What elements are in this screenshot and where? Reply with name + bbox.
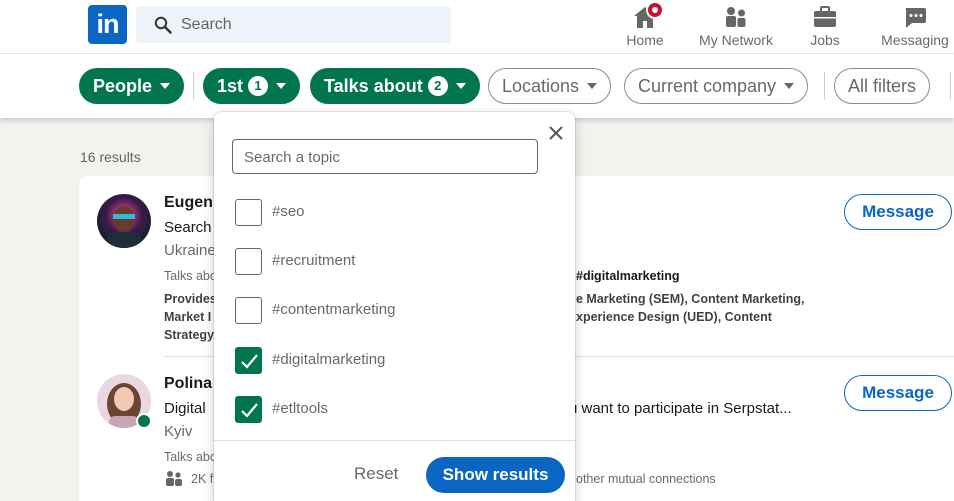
topic-search-input[interactable]: Search a topic: [232, 139, 538, 174]
nav-messaging[interactable]: Messaging: [878, 0, 952, 54]
topic-search-placeholder: Search a topic: [244, 149, 340, 166]
filter-divider: [193, 72, 194, 100]
nav-my-network[interactable]: My Network: [696, 0, 776, 54]
result-skills: xperience Design (UED), Content: [576, 310, 772, 324]
filter-locations-label: Locations: [502, 76, 580, 96]
search-placeholder: Search: [181, 16, 232, 33]
reset-button[interactable]: Reset: [354, 464, 398, 484]
nav-my-network-label: My Network: [699, 32, 773, 48]
topic-option-seo[interactable]: #seo: [235, 199, 535, 227]
filter-locations[interactable]: Locations: [488, 68, 612, 104]
show-results-button[interactable]: Show results: [426, 457, 565, 493]
talks-about-dropdown: Search a topic #seo #recruitment #conten…: [214, 112, 575, 501]
result-talks-about-prefix: Talks abo: [164, 450, 217, 464]
dropdown-footer-divider: [214, 440, 575, 441]
result-headline: u want to participate in Serpstat...: [569, 400, 792, 417]
result-name[interactable]: Polina: [164, 375, 212, 393]
topic-option-label: #seo: [272, 203, 305, 220]
results-count: 16 results: [80, 149, 141, 165]
checkbox-checked[interactable]: [235, 347, 262, 374]
caret-down-icon: [276, 83, 287, 89]
linkedin-logo[interactable]: in: [88, 5, 127, 44]
caret-down-icon: [587, 83, 598, 89]
network-icon: [723, 4, 749, 30]
filter-connection-degree[interactable]: 1st 1: [203, 68, 301, 104]
notification-badge: [646, 1, 664, 19]
filter-talks-about[interactable]: Talks about 2: [310, 68, 480, 104]
close-icon[interactable]: [546, 123, 566, 143]
caret-down-icon: [160, 83, 171, 89]
search-bar[interactable]: Search: [136, 6, 451, 43]
nav-home-label: Home: [626, 32, 664, 48]
result-location: Kyiv: [164, 423, 193, 440]
checkmark-icon: [241, 403, 258, 418]
filter-bar: People 1st 1 Talks about 2 Locations Curre…: [0, 54, 954, 118]
caret-down-icon: [784, 83, 795, 89]
filter-people-label: People: [93, 76, 153, 96]
filter-current-company[interactable]: Current company: [624, 68, 809, 104]
nav-jobs[interactable]: Jobs: [800, 0, 850, 54]
result-talks-about-tag: #digitalmarketing: [576, 269, 680, 283]
checkbox-checked[interactable]: [235, 396, 262, 423]
filter-degree-count: 1: [248, 76, 269, 96]
filter-degree-label: 1st: [217, 76, 244, 96]
filter-people[interactable]: People: [79, 68, 185, 104]
topic-option-digitalmarketing[interactable]: #digitalmarketing: [235, 347, 535, 375]
result-location: Ukraine: [164, 242, 216, 259]
filter-talks-about-count: 2: [427, 76, 448, 96]
topic-option-recruitment[interactable]: #recruitment: [235, 248, 535, 276]
mutual-connections-text: other mutual connections: [576, 472, 716, 486]
home-icon: [632, 1, 664, 30]
filter-divider: [950, 72, 951, 100]
caret-down-icon: [455, 83, 466, 89]
nav-jobs-label: Jobs: [810, 32, 840, 48]
result-headline: Search: [164, 219, 212, 236]
filter-talks-about-label: Talks about: [324, 76, 423, 96]
checkbox[interactable]: [235, 199, 262, 226]
filter-current-company-label: Current company: [638, 76, 777, 96]
result-skills: Provides: [164, 292, 217, 306]
checkbox[interactable]: [235, 248, 262, 275]
search-icon: [154, 16, 172, 34]
messaging-icon: [902, 4, 928, 30]
checkbox[interactable]: [235, 297, 262, 324]
all-filters-label: All filters: [848, 76, 917, 96]
nav-home[interactable]: Home: [618, 0, 672, 54]
topic-option-etltools[interactable]: #etltools: [235, 396, 535, 424]
topic-option-label: #digitalmarketing: [272, 351, 386, 368]
all-filters-button[interactable]: All filters: [834, 68, 931, 104]
message-button[interactable]: Message: [844, 375, 952, 411]
mutual-connections-text: 2K f: [191, 472, 214, 486]
topic-option-label: #contentmarketing: [272, 301, 396, 318]
avatar[interactable]: [97, 194, 151, 248]
topic-option-label: #etltools: [272, 400, 328, 417]
online-status-indicator: [136, 413, 152, 429]
result-skills: e Marketing (SEM), Content Marketing,: [576, 292, 805, 306]
nav-messaging-label: Messaging: [881, 32, 949, 48]
message-button[interactable]: Message: [844, 194, 952, 230]
briefcase-icon: [812, 4, 838, 30]
topic-option-contentmarketing[interactable]: #contentmarketing: [235, 297, 535, 325]
filter-divider: [824, 72, 825, 100]
checkmark-icon: [241, 354, 258, 369]
result-name[interactable]: Eugen: [164, 194, 213, 212]
result-talks-about-prefix: Talks abo: [164, 269, 217, 283]
result-headline: Digital: [164, 400, 206, 417]
result-skills: Strategy: [164, 328, 215, 342]
topic-option-label: #recruitment: [272, 252, 356, 269]
top-navigation: in Search Home My Network Jobs Messaging: [0, 0, 954, 54]
mutual-connections-icon: [166, 471, 182, 486]
result-skills: Market I: [164, 310, 212, 324]
